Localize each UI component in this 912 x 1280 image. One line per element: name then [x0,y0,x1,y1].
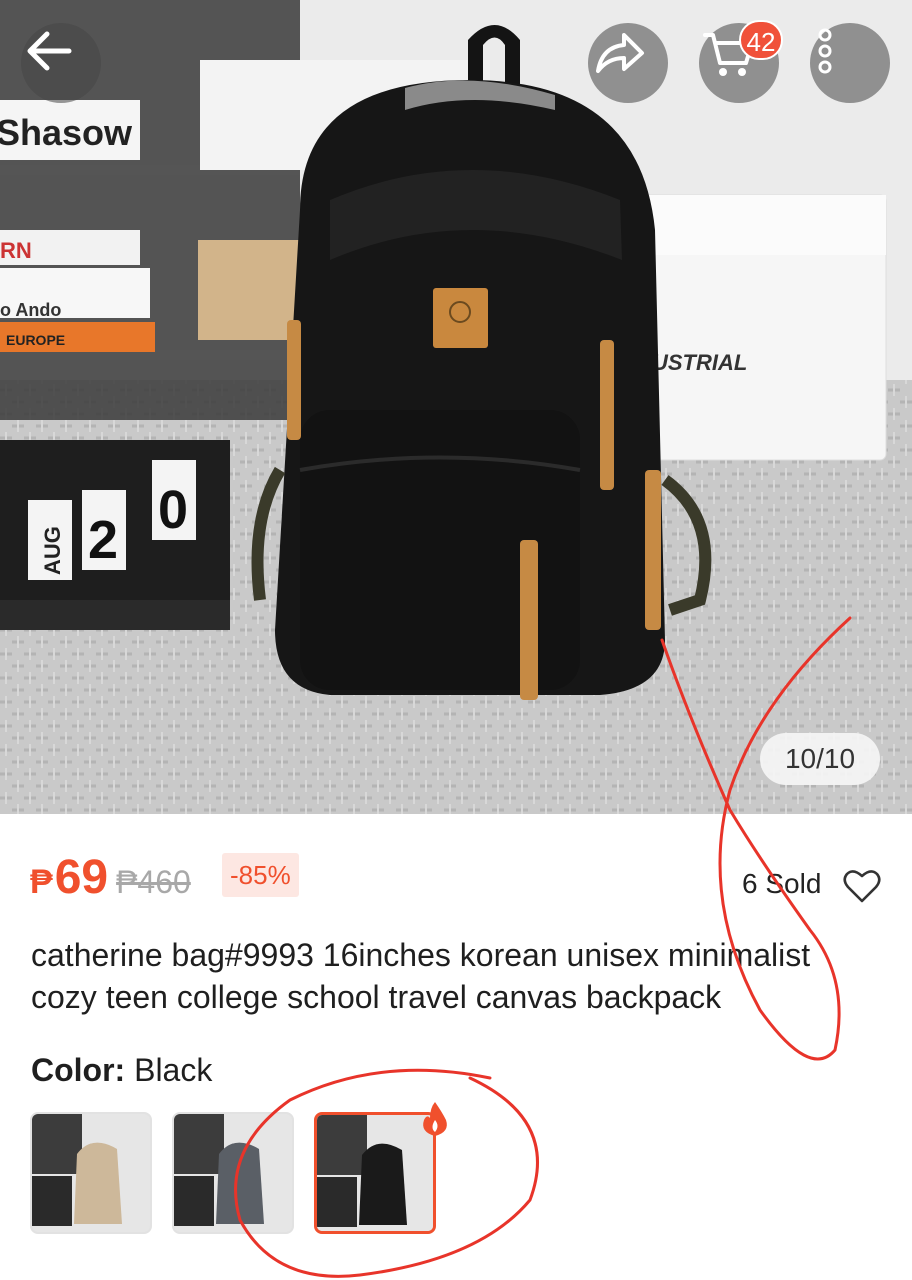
book-spine-text: Shasow [0,112,133,153]
svg-text:o Ando: o Ando [0,300,61,320]
price-row: ₱69 ₱460 [30,850,191,910]
svg-text:AUG: AUG [40,526,65,575]
arrow-left-icon [27,31,72,71]
svg-text:0: 0 [158,480,188,540]
variant-swatch-khaki[interactable] [30,1112,152,1234]
more-options-button[interactable] [810,23,890,103]
price-value: 69 [54,851,109,904]
color-label: Color: [31,1052,126,1088]
current-price: ₱69 [30,850,108,905]
product-image-gallery[interactable]: Shasow RN o Ando EUROPE USTRIAL AUG 2 0 [0,0,912,814]
svg-text:2: 2 [88,510,118,570]
svg-text:EUROPE: EUROPE [6,332,65,348]
backpack-photo: Shasow RN o Ando EUROPE USTRIAL AUG 2 0 [0,0,912,814]
variant-swatch-black[interactable] [314,1112,436,1234]
sold-count: 6 Sold [742,868,822,899]
image-counter: 10/10 [760,733,880,785]
product-title: catherine bag#9993 16inches korean unise… [31,937,811,1015]
cart-count-badge: 42 [739,20,783,60]
color-value: Black [134,1052,213,1088]
currency-symbol: ₱ [30,863,53,901]
share-button[interactable] [588,23,668,103]
color-selector-label: Color: Black [31,1052,212,1089]
back-button[interactable] [21,23,101,103]
more-vertical-icon [818,28,832,74]
variant-thumbnail [317,1115,433,1231]
discount-badge: -85% [222,853,299,897]
variant-swatch-grey[interactable] [172,1112,294,1234]
share-arrow-icon [596,33,644,73]
svg-text:RN: RN [0,238,32,263]
fire-hot-icon [423,1102,447,1136]
variant-thumbnail [32,1114,150,1232]
favorite-heart-icon[interactable] [842,866,882,904]
original-price: ₱460 [116,864,191,900]
variant-thumbnail [174,1114,292,1232]
svg-text:USTRIAL: USTRIAL [652,350,747,375]
